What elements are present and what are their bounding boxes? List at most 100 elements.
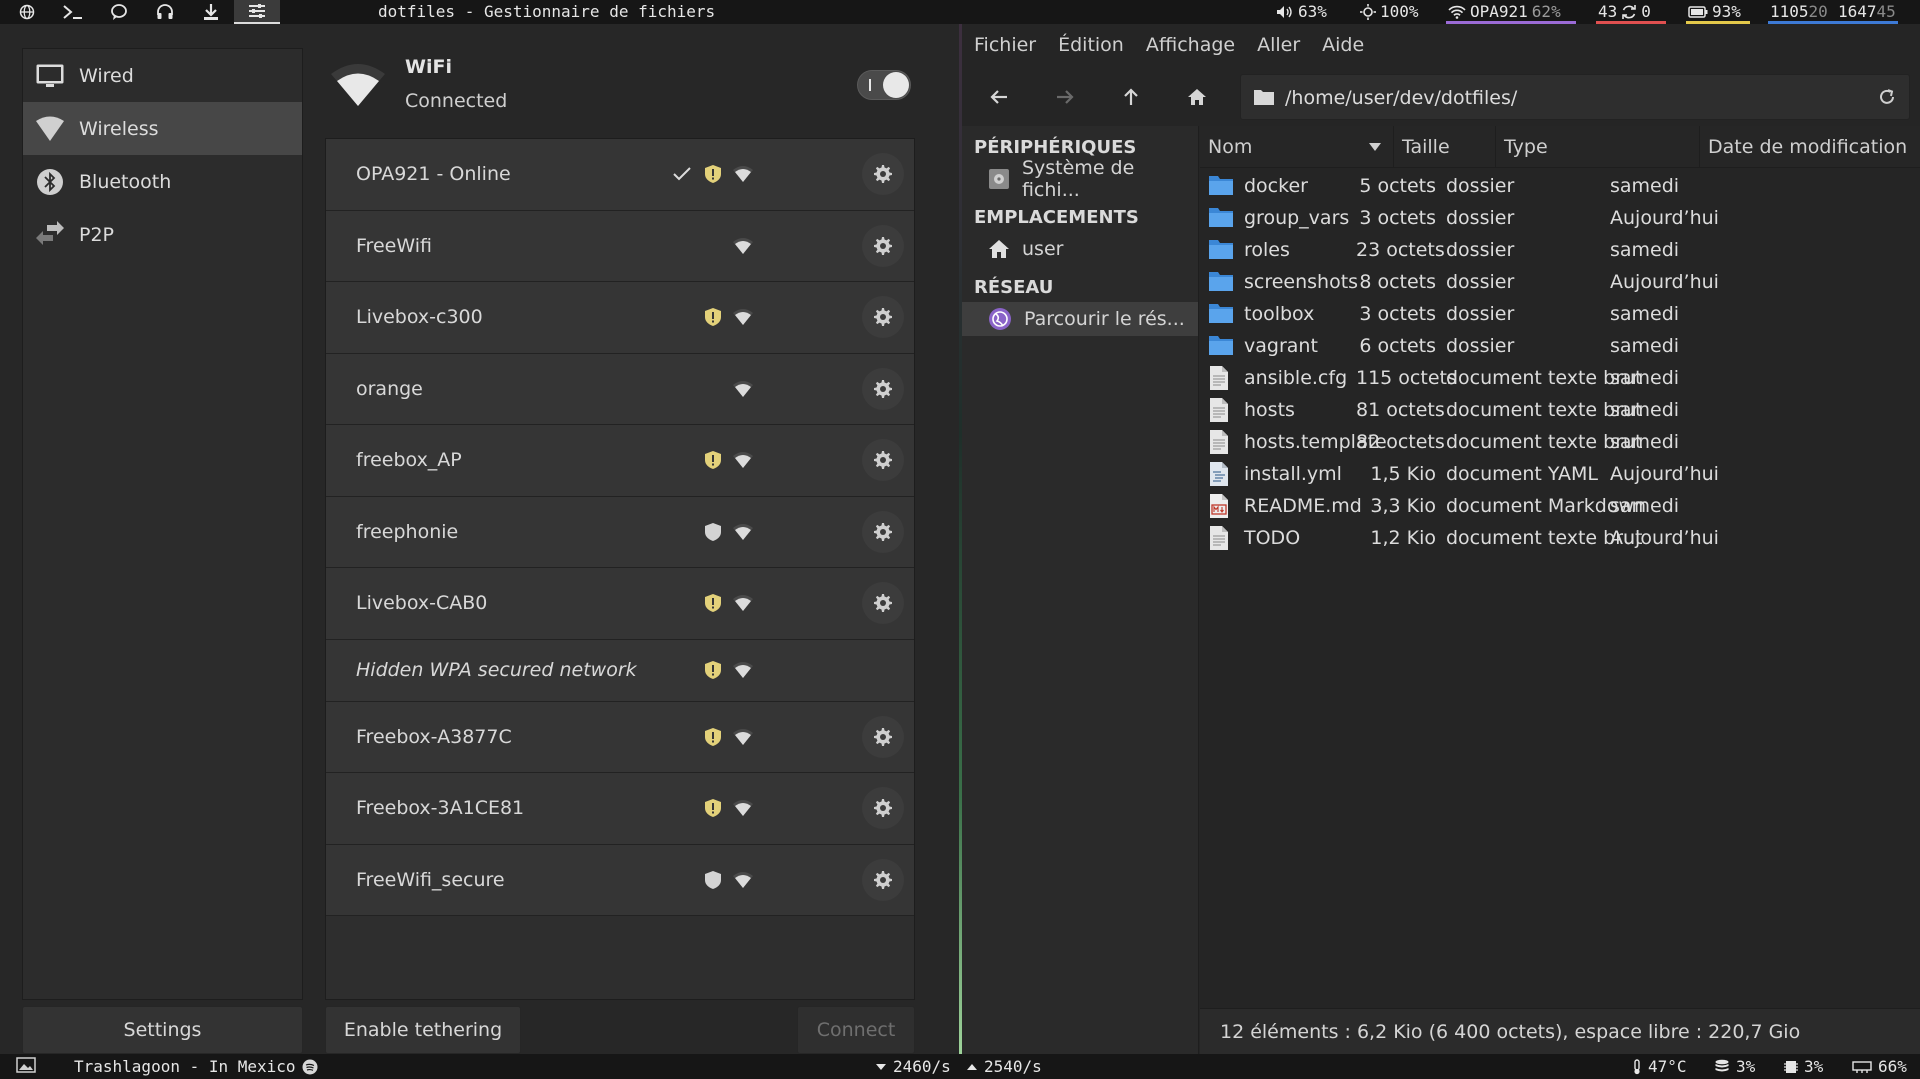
network-settings-button[interactable] xyxy=(862,582,904,625)
network-row[interactable]: Hidden WPA secured network xyxy=(326,639,914,702)
file-name: install.yml xyxy=(1244,463,1342,485)
gear-icon xyxy=(873,307,893,327)
sidebar-item-p2p[interactable]: P2P xyxy=(23,208,302,261)
file-type: dossier xyxy=(1446,175,1515,197)
places-sidebar: PÉRIPHÉRIQUES Système de fichi... EMPLAC… xyxy=(962,126,1199,1054)
file-date: samedi xyxy=(1610,175,1680,197)
network-settings-button[interactable] xyxy=(862,439,904,482)
file-row[interactable]: docker 5 octets dossier samedi xyxy=(1200,170,1920,202)
file-row[interactable]: roles 23 octets dossier samedi xyxy=(1200,234,1920,266)
headphones-icon[interactable] xyxy=(142,0,188,24)
network-settings-button[interactable] xyxy=(862,787,904,830)
settings-sliders-icon[interactable] xyxy=(234,0,280,24)
file-row[interactable]: hosts.template 82 octets document texte br… xyxy=(1200,426,1920,458)
network-row[interactable]: Livebox-c300 xyxy=(326,282,914,354)
media-player[interactable]: Trashlagoon - In Mexico xyxy=(74,1057,318,1076)
network-row[interactable]: FreeWifi xyxy=(326,210,914,282)
back-button[interactable] xyxy=(982,80,1016,114)
network-row[interactable]: Livebox-CAB0 xyxy=(326,568,914,640)
folder-icon xyxy=(1208,333,1234,357)
network-name: Freebox-3A1CE81 xyxy=(356,797,525,820)
network-settings-button[interactable] xyxy=(862,367,904,410)
settings-button[interactable]: Settings xyxy=(22,1006,303,1054)
file-row[interactable]: screenshots 8 octets dossier Aujourd’hui xyxy=(1200,266,1920,298)
clock-b[interactable]: 1647 45 xyxy=(1838,2,1896,21)
location-bar[interactable]: /home/user/dev/dotfiles/ xyxy=(1240,74,1910,120)
markdown-file-icon xyxy=(1208,493,1230,519)
menu-edition[interactable]: Édition xyxy=(1058,34,1124,56)
network-settings-button[interactable] xyxy=(862,510,904,553)
file-row[interactable]: hosts 81 octets document texte brut samedi xyxy=(1200,394,1920,426)
file-type: dossier xyxy=(1446,207,1515,229)
place-filesystem[interactable]: Système de fichi... xyxy=(962,157,1198,201)
sidebar-item-bluetooth[interactable]: Bluetooth xyxy=(23,155,302,208)
column-type[interactable]: Type xyxy=(1496,126,1700,168)
file-date: samedi xyxy=(1610,367,1680,389)
file-name: roles xyxy=(1244,239,1290,261)
file-size: 3,3 Kio xyxy=(1370,495,1436,517)
file-row[interactable]: group_vars 3 octets dossier Aujourd’hui xyxy=(1200,202,1920,234)
network-settings-button[interactable] xyxy=(862,153,904,196)
clock-a[interactable]: 1105 20 xyxy=(1770,2,1828,21)
file-row[interactable]: README.md 3,3 Kio document Markdown samedi xyxy=(1200,490,1920,522)
terminal-icon[interactable] xyxy=(50,0,96,24)
enable-tethering-button[interactable]: Enable tethering xyxy=(325,1006,521,1054)
battery-indicator[interactable]: 93% xyxy=(1688,2,1741,21)
chat-icon[interactable] xyxy=(96,0,142,24)
sidebar-item-label: Bluetooth xyxy=(79,170,172,193)
connect-button[interactable]: Connect xyxy=(797,1006,915,1054)
globe-icon[interactable] xyxy=(4,0,50,24)
file-name: hosts xyxy=(1244,399,1295,421)
place-browse-network[interactable]: Parcourir le rés... xyxy=(962,302,1198,336)
wifi-toggle-switch[interactable] xyxy=(857,70,911,100)
network-settings-button[interactable] xyxy=(862,224,904,267)
column-size[interactable]: Taille xyxy=(1394,126,1496,168)
network-row[interactable]: Freebox-3A1CE81 xyxy=(326,773,914,845)
menu-aide[interactable]: Aide xyxy=(1322,34,1364,56)
text-file-icon xyxy=(1208,429,1230,455)
file-row[interactable]: toolbox 3 octets dossier samedi xyxy=(1200,298,1920,330)
network-row[interactable]: freephonie xyxy=(326,496,914,568)
text-file-icon xyxy=(1208,397,1230,423)
menu-aller[interactable]: Aller xyxy=(1257,34,1300,56)
signal-strength-icon xyxy=(732,799,754,817)
up-button[interactable] xyxy=(1114,80,1148,114)
column-date[interactable]: Date de modification xyxy=(1700,126,1920,168)
home-button[interactable] xyxy=(1180,80,1214,114)
home-icon xyxy=(1188,89,1206,105)
forward-button[interactable] xyxy=(1048,80,1082,114)
image-icon[interactable] xyxy=(16,1057,36,1073)
file-row[interactable]: TODO 1,2 Kio document texte brut Aujourd’hu… xyxy=(1200,522,1920,554)
sidebar-item-wireless[interactable]: Wireless xyxy=(23,102,302,155)
wifi-indicator[interactable]: OPA921 62% xyxy=(1448,2,1561,21)
network-row[interactable]: freebox_AP xyxy=(326,425,914,497)
sidebar-item-wired[interactable]: Wired xyxy=(23,49,302,102)
updates-indicator[interactable]: 43 0 xyxy=(1598,2,1651,21)
menu-fichier[interactable]: Fichier xyxy=(974,34,1036,56)
network-row[interactable]: Freebox-A3877C xyxy=(326,701,914,773)
status-bar: 12 éléments : 6,2 Kio (6 400 octets), es… xyxy=(1200,1008,1920,1054)
network-row[interactable]: OPA921 - Online xyxy=(326,139,914,211)
network-row[interactable]: FreeWifi_secure xyxy=(326,844,914,916)
file-row[interactable]: ansible.cfg 115 octets document texte brut… xyxy=(1200,362,1920,394)
file-row[interactable]: install.yml 1,5 Kio document YAML Aujourd’h… xyxy=(1200,458,1920,490)
network-name: Livebox-CAB0 xyxy=(356,592,488,615)
network-row[interactable]: orange xyxy=(326,353,914,425)
menu-affichage[interactable]: Affichage xyxy=(1146,34,1235,56)
download-icon[interactable] xyxy=(188,0,234,24)
column-name[interactable]: Nom xyxy=(1200,126,1394,168)
place-user[interactable]: user xyxy=(962,232,1198,266)
file-date: Aujourd’hui xyxy=(1610,527,1719,549)
reload-icon[interactable] xyxy=(1877,87,1897,107)
brightness-indicator[interactable]: 100% xyxy=(1360,2,1419,21)
gear-icon xyxy=(873,379,893,399)
file-date: Aujourd’hui xyxy=(1610,463,1719,485)
clock-b-main: 1647 xyxy=(1838,2,1877,21)
location-path: /home/user/dev/dotfiles/ xyxy=(1285,87,1518,109)
network-settings-button[interactable] xyxy=(862,715,904,758)
volume-icon xyxy=(1277,5,1292,18)
file-row[interactable]: vagrant 6 octets dossier samedi xyxy=(1200,330,1920,362)
network-settings-button[interactable] xyxy=(862,858,904,901)
network-settings-button[interactable] xyxy=(862,296,904,339)
volume-indicator[interactable]: 63% xyxy=(1276,2,1327,21)
